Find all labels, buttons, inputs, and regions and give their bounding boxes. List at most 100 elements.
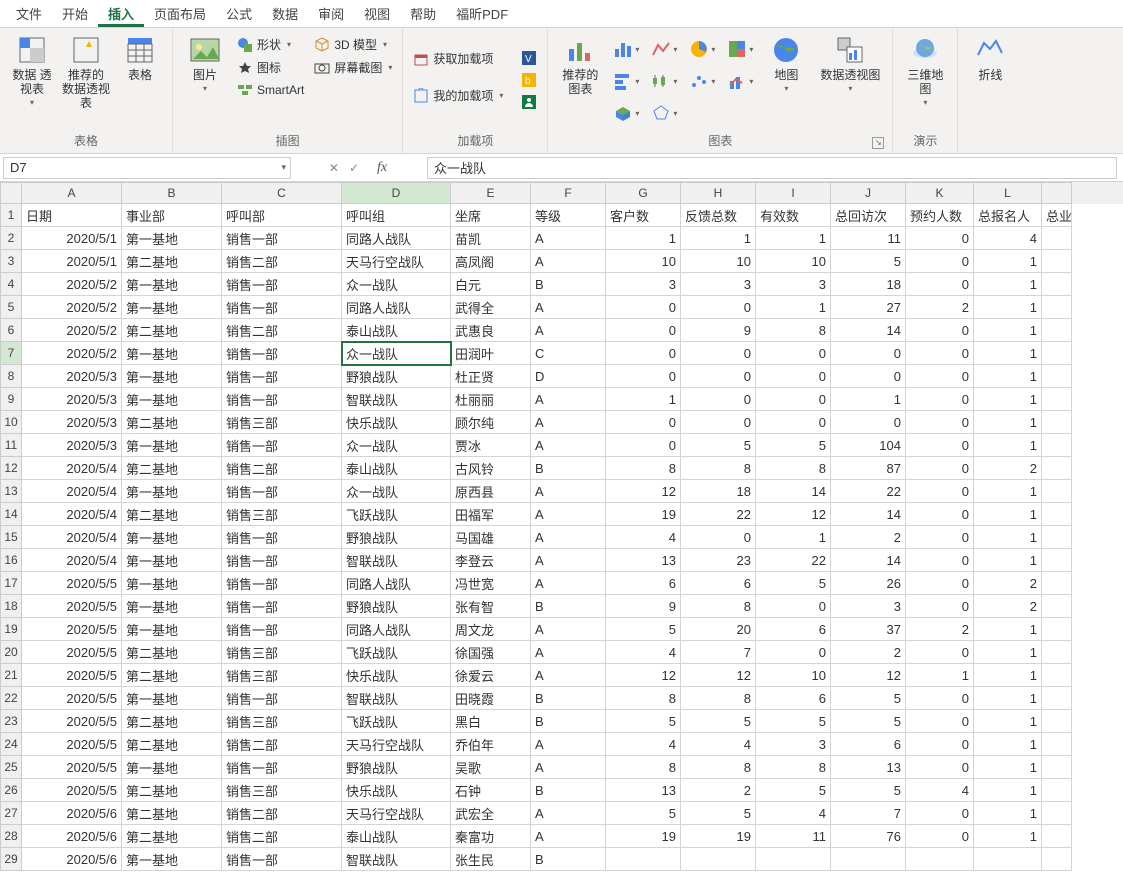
cell[interactable]: 5 [831, 779, 906, 802]
cell[interactable]: 1 [974, 687, 1042, 710]
cell[interactable]: 石钟 [451, 779, 531, 802]
cell[interactable]: 0 [906, 572, 974, 595]
cell[interactable]: 黑白 [451, 710, 531, 733]
cell[interactable]: 2020/5/4 [22, 457, 122, 480]
cell[interactable]: 智联战队 [342, 549, 451, 572]
cell[interactable]: 2020/5/5 [22, 710, 122, 733]
row-header[interactable]: 15 [0, 526, 22, 549]
cell[interactable]: A [531, 572, 606, 595]
cell[interactable]: 14 [831, 503, 906, 526]
get-addins-button[interactable]: 获取加载项 [409, 48, 507, 69]
row-header[interactable]: 11 [0, 434, 22, 457]
cell[interactable] [1042, 618, 1072, 641]
cell[interactable]: 10 [756, 664, 831, 687]
cell[interactable]: 飞跃战队 [342, 710, 451, 733]
cell[interactable]: 8 [756, 756, 831, 779]
cell[interactable]: 1 [974, 733, 1042, 756]
cell[interactable] [831, 848, 906, 871]
cell[interactable]: 众一战队 [342, 342, 451, 365]
cell[interactable]: 18 [681, 480, 756, 503]
cell[interactable]: 第二基地 [122, 733, 222, 756]
cell[interactable] [1042, 227, 1072, 250]
cell[interactable]: 销售二部 [222, 825, 342, 848]
fx-icon[interactable]: fx [369, 160, 395, 176]
cell[interactable]: 销售三部 [222, 503, 342, 526]
cell[interactable]: 2020/5/4 [22, 526, 122, 549]
cell[interactable]: A [531, 434, 606, 457]
cell[interactable]: 0 [906, 388, 974, 411]
row-header[interactable]: 19 [0, 618, 22, 641]
cell[interactable]: 第一基地 [122, 549, 222, 572]
cell[interactable]: A [531, 411, 606, 434]
cell[interactable]: 20 [681, 618, 756, 641]
picture-button[interactable]: 图片 ▾ [179, 30, 231, 97]
cell[interactable]: 5 [681, 434, 756, 457]
cell[interactable]: 同路人战队 [342, 296, 451, 319]
cell[interactable]: 2020/5/1 [22, 227, 122, 250]
cell[interactable]: 5 [831, 710, 906, 733]
row-header[interactable]: 9 [0, 388, 22, 411]
cell[interactable] [1042, 802, 1072, 825]
cell[interactable]: 22 [756, 549, 831, 572]
cell[interactable]: 武惠良 [451, 319, 531, 342]
col-header-I[interactable]: I [756, 182, 831, 204]
cell[interactable]: 6 [606, 572, 681, 595]
header-cell[interactable]: 呼叫部 [222, 204, 342, 227]
cell[interactable]: 第一基地 [122, 526, 222, 549]
cell[interactable] [606, 848, 681, 871]
cell[interactable]: 2020/5/5 [22, 779, 122, 802]
cell[interactable]: 杜丽丽 [451, 388, 531, 411]
cell[interactable]: 同路人战队 [342, 572, 451, 595]
col-header-K[interactable]: K [906, 182, 974, 204]
stat-chart-button[interactable]: ▾ [646, 66, 682, 96]
cell[interactable]: A [531, 664, 606, 687]
tab-福昕PDF[interactable]: 福昕PDF [446, 0, 518, 27]
dialog-launcher-icon[interactable]: ↘ [872, 137, 884, 149]
cell[interactable]: 徐国强 [451, 641, 531, 664]
header-cell[interactable]: 总报名人 [974, 204, 1042, 227]
cell[interactable]: 飞跃战队 [342, 641, 451, 664]
cell[interactable]: A [531, 526, 606, 549]
col-header-A[interactable]: A [22, 182, 122, 204]
cell[interactable]: B [531, 779, 606, 802]
cell[interactable]: 9 [681, 319, 756, 342]
header-cell[interactable]: 日期 [22, 204, 122, 227]
cell[interactable]: 销售一部 [222, 756, 342, 779]
row-header[interactable]: 24 [0, 733, 22, 756]
cell[interactable]: A [531, 296, 606, 319]
cell[interactable]: 销售三部 [222, 664, 342, 687]
name-box[interactable]: D7▾ [3, 157, 291, 179]
cell[interactable]: 销售一部 [222, 595, 342, 618]
cell[interactable]: 10 [606, 250, 681, 273]
cell[interactable]: 2020/5/4 [22, 480, 122, 503]
cell[interactable]: 快乐战队 [342, 664, 451, 687]
row-header[interactable]: 5 [0, 296, 22, 319]
cell[interactable]: 销售一部 [222, 227, 342, 250]
cell[interactable]: 6 [681, 572, 756, 595]
cell[interactable]: 1 [974, 365, 1042, 388]
cell[interactable]: 吴歌 [451, 756, 531, 779]
cell[interactable]: 0 [606, 319, 681, 342]
cell[interactable]: A [531, 250, 606, 273]
cell[interactable]: A [531, 618, 606, 641]
cell[interactable]: 第一基地 [122, 434, 222, 457]
cell[interactable]: 1 [974, 434, 1042, 457]
cell[interactable]: 37 [831, 618, 906, 641]
cell[interactable]: 乔伯年 [451, 733, 531, 756]
cell[interactable]: 第二基地 [122, 641, 222, 664]
cell[interactable]: 第二基地 [122, 825, 222, 848]
cell[interactable]: 13 [606, 549, 681, 572]
cell[interactable]: 1 [974, 411, 1042, 434]
cell[interactable]: 第二基地 [122, 457, 222, 480]
cell[interactable]: A [531, 825, 606, 848]
cell[interactable]: 8 [681, 457, 756, 480]
cell[interactable]: 13 [606, 779, 681, 802]
cell[interactable]: 冯世宽 [451, 572, 531, 595]
row-header[interactable]: 17 [0, 572, 22, 595]
cell[interactable]: 0 [906, 250, 974, 273]
table-button[interactable]: 表格 [114, 30, 166, 86]
cell[interactable]: 2020/5/5 [22, 756, 122, 779]
cell[interactable]: 0 [906, 365, 974, 388]
cell[interactable]: 马国雄 [451, 526, 531, 549]
col-header-C[interactable]: C [222, 182, 342, 204]
